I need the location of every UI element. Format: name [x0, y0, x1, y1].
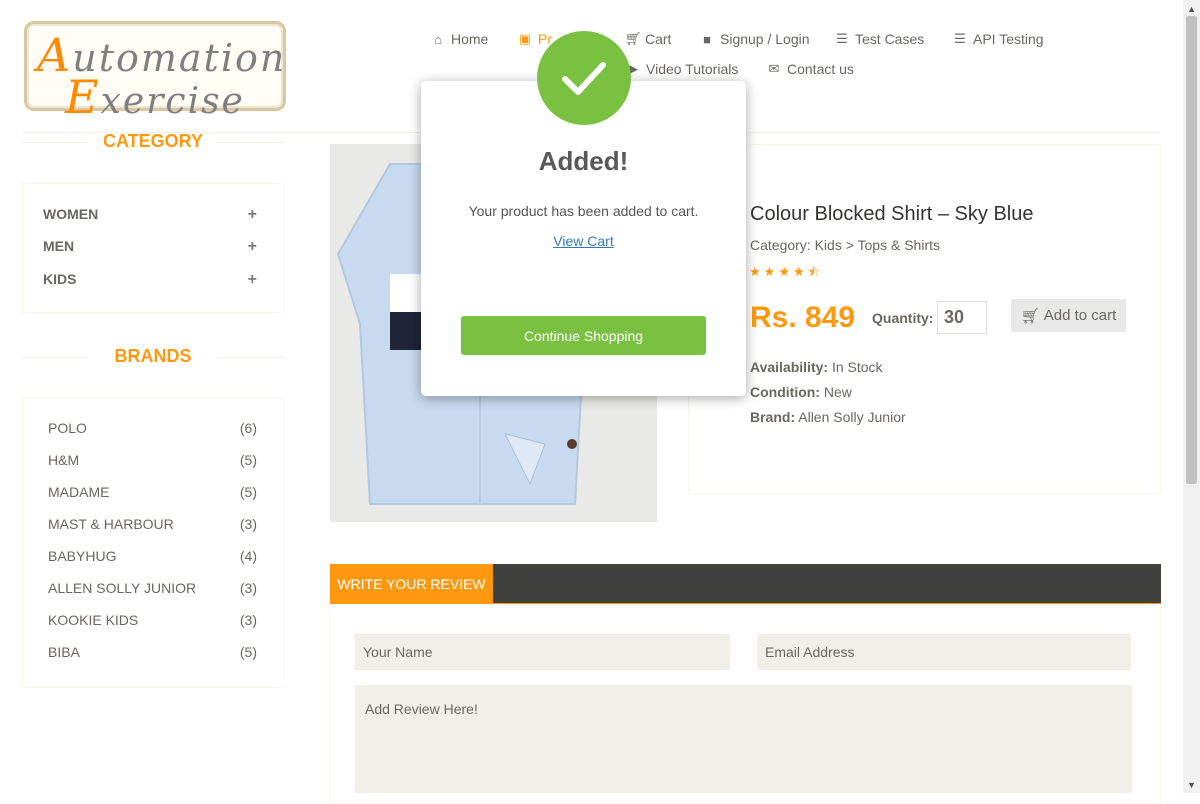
scrollbar-thumb[interactable]: [1186, 16, 1197, 484]
success-check-icon: [537, 31, 631, 125]
scroll-up-arrow-icon[interactable]: ▲: [1187, 4, 1196, 14]
scroll-down-arrow-icon[interactable]: ▼: [1187, 780, 1196, 790]
checkmark-icon: [562, 62, 606, 95]
continue-shopping-button[interactable]: Continue Shopping: [461, 316, 706, 355]
view-cart-link[interactable]: View Cart: [421, 233, 746, 249]
modal-message: Your product has been added to cart.: [468, 203, 699, 219]
modal-title: Added!: [538, 146, 629, 176]
